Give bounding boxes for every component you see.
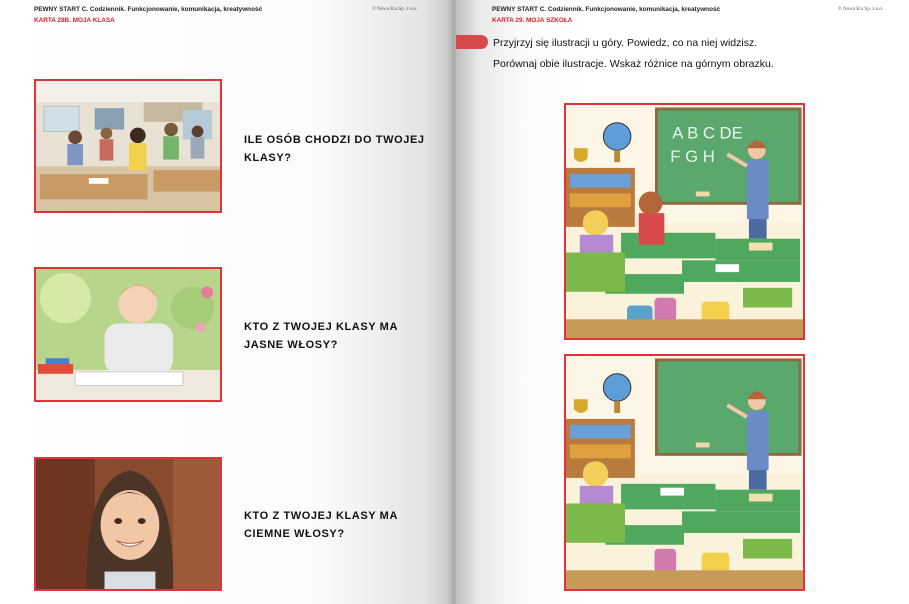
instruction-2: Porównaj obie ilustracje. Wskaż różnice …: [493, 58, 774, 70]
left-page-header: PEWNY START C. Codziennik. Funkcjonowani…: [34, 6, 263, 13]
question-2-line2: JASNE WŁOSY?: [244, 339, 338, 351]
question-2-line1: KTO Z TWOJEJ KLASY MA: [244, 321, 398, 333]
instruction-marker: [456, 35, 488, 49]
left-card-title: KARTA 28B. MOJA KLASA: [34, 17, 115, 24]
classroom-photo: [34, 79, 222, 213]
question-1-line1: ILE OSÓB CHODZI DO TWOJEJ: [244, 134, 425, 146]
left-page: PEWNY START C. Codziennik. Funkcjonowani…: [0, 0, 452, 604]
question-1: ILE OSÓB CHODZI DO TWOJEJ KLASY?: [244, 131, 425, 167]
boy-reading-photo: [34, 267, 222, 402]
question-2: KTO Z TWOJEJ KLASY MA JASNE WŁOSY?: [244, 318, 398, 354]
question-3: KTO Z TWOJEJ KLASY MA CIEMNE WŁOSY?: [244, 507, 398, 543]
classroom-illustration-top: A B C DE F G H: [564, 103, 805, 340]
board-text-line1: A B C DE: [672, 123, 743, 142]
right-page-header: PEWNY START C. Codziennik. Funkcjonowani…: [492, 6, 721, 13]
question-3-line2: CIEMNE WŁOSY?: [244, 528, 345, 540]
question-3-line1: KTO Z TWOJEJ KLASY MA: [244, 510, 398, 522]
instruction-1: Przyjrzyj się ilustracji u góry. Powiedz…: [493, 37, 758, 49]
question-1-line2: KLASY?: [244, 152, 292, 164]
right-page: PEWNY START C. Codziennik. Funkcjonowani…: [456, 0, 909, 604]
smiling-girl-photo: [34, 457, 222, 591]
board-text-line2: F G H: [670, 147, 715, 166]
right-page-publisher: © Nowa Era Sp. z o.o.: [838, 7, 884, 12]
classroom-illustration-bottom: [564, 354, 805, 591]
right-card-title: KARTA 29. MOJA SZKOŁA: [492, 17, 573, 24]
left-page-publisher: © Nowa Era Sp. z o.o.: [372, 7, 418, 12]
